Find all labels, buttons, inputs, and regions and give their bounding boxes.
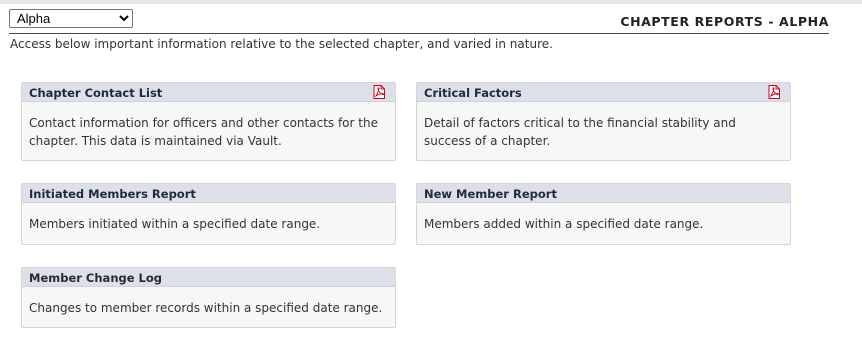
- intro-text: Access below important information relat…: [10, 37, 553, 51]
- card-description: Members added within a specified date ra…: [424, 217, 704, 231]
- card-header: Critical Factors: [417, 83, 790, 102]
- card-title-link[interactable]: Chapter Contact List: [29, 86, 162, 100]
- page-header: Alpha CHAPTER REPORTS - ALPHA: [9, 9, 829, 34]
- chapter-select[interactable]: Alpha: [9, 9, 133, 28]
- report-card-critical-factors: Critical Factors Detail of factors criti…: [416, 82, 791, 161]
- card-header: New Member Report: [417, 184, 790, 203]
- card-description: Members initiated within a specified dat…: [29, 217, 321, 231]
- report-card-member-change-log: Member Change Log Changes to member reco…: [21, 267, 396, 328]
- card-description: Detail of factors critical to the financ…: [424, 116, 736, 148]
- report-card-initiated-members: Initiated Members Report Members initiat…: [21, 183, 396, 245]
- card-description: Contact information for officers and oth…: [29, 116, 378, 148]
- card-header: Member Change Log: [22, 268, 395, 287]
- card-header: Chapter Contact List: [22, 83, 395, 102]
- card-title-link[interactable]: Member Change Log: [29, 271, 162, 285]
- pdf-icon[interactable]: [373, 85, 385, 99]
- card-title-link[interactable]: New Member Report: [424, 187, 557, 201]
- report-card-chapter-contact-list: Chapter Contact List Contact information…: [21, 82, 396, 161]
- card-description: Changes to member records within a speci…: [29, 301, 383, 315]
- top-strip: [0, 0, 862, 4]
- page-title: CHAPTER REPORTS - ALPHA: [620, 14, 829, 29]
- card-title-link[interactable]: Critical Factors: [424, 86, 522, 100]
- report-card-new-member: New Member Report Members added within a…: [416, 183, 791, 245]
- pdf-icon[interactable]: [768, 85, 780, 99]
- card-title-link[interactable]: Initiated Members Report: [29, 187, 196, 201]
- card-header: Initiated Members Report: [22, 184, 395, 203]
